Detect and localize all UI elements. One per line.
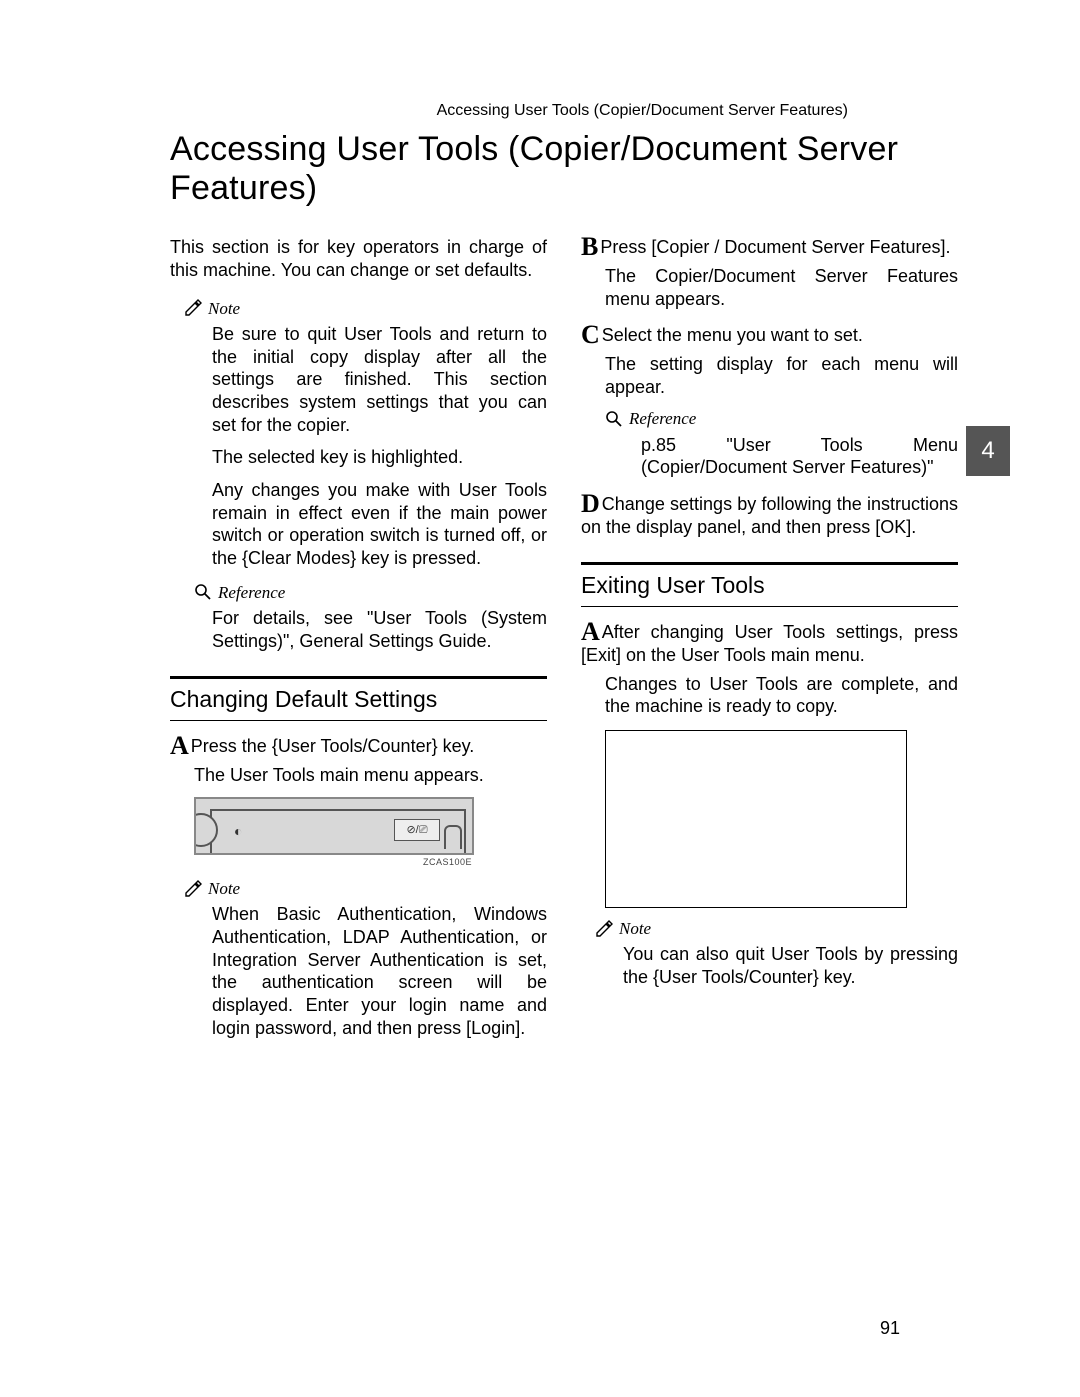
magnifier-icon (194, 583, 212, 601)
step-b-sub: The Copier/Document Server Features menu… (605, 265, 958, 310)
text: key is pressed. (356, 548, 481, 568)
reference-label: Reference (194, 582, 547, 603)
step-letter: B (581, 232, 598, 261)
note-body-3: You can also quit User Tools by pressing… (623, 943, 958, 988)
text: Press (600, 237, 651, 257)
login-button-ref: [Login] (466, 1018, 520, 1038)
page-title: Accessing User Tools (Copier/Document Se… (170, 130, 958, 208)
step-a-sub: The User Tools main menu appears. (194, 764, 547, 787)
step-c-sub: The setting display for each menu will a… (605, 353, 958, 398)
step-a: APress the {User Tools/Counter} key. (170, 735, 547, 758)
page-number: 91 (880, 1318, 900, 1339)
text: . (911, 517, 916, 537)
step-d: DChange settings by following the instru… (581, 493, 958, 538)
copier-features-button-ref: [Copier / Document Server Features] (651, 237, 945, 257)
section-changing-defaults: Changing Default Settings (170, 676, 547, 721)
note-label-3: Note (595, 918, 958, 939)
text: . (520, 1018, 525, 1038)
user-tools-counter-key: {User Tools/Counter} (653, 967, 819, 987)
indicator-icon: ◐ (234, 823, 242, 841)
step-letter: A (581, 617, 600, 646)
text: on the User Tools main menu. (621, 645, 865, 665)
reference-text-2: p.85 "User Tools Menu (Copier/Document S… (641, 434, 958, 479)
text: Press the (191, 736, 272, 756)
chapter-tab: 4 (966, 426, 1010, 476)
text: key. (819, 967, 856, 987)
text: key. (438, 736, 475, 756)
text: After changing User Tools settings, pres… (602, 622, 958, 642)
note-label-2: Note (184, 878, 547, 899)
note-label-text: Note (619, 918, 651, 939)
magnifier-icon (605, 410, 623, 428)
intro-text: This section is for key operators in cha… (170, 236, 547, 281)
ok-button-ref: [OK] (875, 517, 911, 537)
placeholder-figure (605, 730, 907, 908)
exit-button-ref: [Exit] (581, 645, 621, 665)
text: Select the menu you want to set. (602, 325, 863, 345)
user-tools-counter-key: {User Tools/Counter} (272, 736, 438, 756)
reference-text: For details, see "User Tools (System Set… (212, 607, 547, 652)
reference-body: For details, see "User Tools (System Set… (212, 607, 547, 652)
exit-sub: Changes to User Tools are complete, and … (605, 673, 958, 718)
reference-label-2: Reference (605, 408, 958, 429)
pencil-icon (595, 920, 613, 938)
control-panel-figure: ◐ ⊘/⎚ ZCAS100E (194, 797, 474, 868)
note-label-text: Note (208, 878, 240, 899)
reference-label-text: Reference (218, 582, 285, 603)
running-header: Accessing User Tools (Copier/Document Se… (437, 102, 848, 120)
step-c: CSelect the menu you want to set. (581, 324, 958, 347)
note3-text: You can also quit User Tools by pressing… (623, 943, 958, 988)
pencil-icon (184, 880, 202, 898)
note-p1: Be sure to quit User Tools and return to… (212, 323, 547, 436)
step-letter: D (581, 489, 600, 518)
manual-page: Accessing User Tools (Copier/Document Se… (0, 0, 1080, 1397)
text: . (945, 237, 950, 257)
step-letter: C (581, 320, 600, 349)
note2-text: When Basic Authentication, Windows Authe… (212, 903, 547, 1039)
step-letter: A (170, 731, 189, 760)
note-body-2: When Basic Authentication, Windows Authe… (212, 903, 547, 1039)
pencil-icon (184, 299, 202, 317)
reference-label-text: Reference (629, 408, 696, 429)
clear-modes-key: {Clear Modes} (242, 548, 356, 568)
note-p3: Any changes you make with User Tools rem… (212, 479, 547, 570)
section-exiting: Exiting User Tools (581, 562, 958, 607)
step-b: BPress [Copier / Document Server Feature… (581, 236, 958, 259)
reference-body-2: p.85 "User Tools Menu (Copier/Document S… (641, 434, 958, 479)
note-p2: The selected key is highlighted. (212, 446, 547, 469)
figure-code: ZCAS100E (194, 857, 472, 868)
note-body: Be sure to quit User Tools and return to… (212, 323, 547, 570)
exit-step-a: AAfter changing User Tools settings, pre… (581, 621, 958, 666)
user-tools-button-graphic: ⊘/⎚ (394, 819, 440, 841)
note-label: Note (184, 298, 547, 319)
note-label-text: Note (208, 298, 240, 319)
